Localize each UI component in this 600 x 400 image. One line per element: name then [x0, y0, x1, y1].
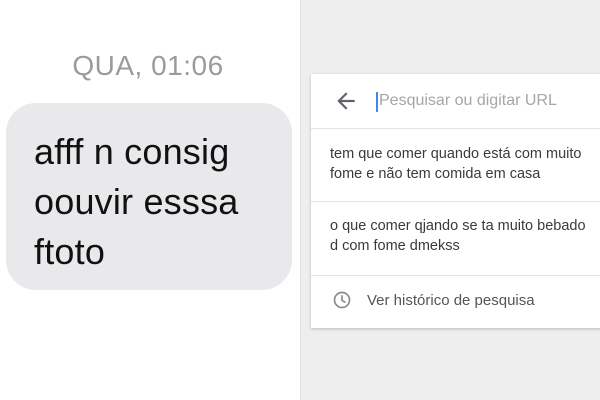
text-cursor [376, 92, 378, 112]
search-history-link[interactable]: Ver histórico de pesquisa [311, 276, 600, 326]
suggestion-text: o que comer qjando se ta muito bebado d … [330, 218, 586, 254]
arrow-back-icon[interactable] [333, 88, 359, 114]
message-text: afff n consig oouvir esssa ftoto [34, 131, 239, 272]
suggestion-item[interactable]: tem que comer quando está com muito fome… [311, 129, 600, 202]
browser-screenshot: tem que comer quando está com muito fome… [301, 0, 600, 400]
suggestion-text: tem que comer quando está com muito fome… [330, 146, 582, 182]
search-bar [311, 74, 600, 129]
chat-screenshot: QUA, 01:06 afff n consig oouvir esssa ft… [0, 0, 300, 400]
search-suggestions-card: tem que comer quando está com muito fome… [311, 74, 600, 328]
suggestion-item[interactable]: o que comer qjando se ta muito bebado d … [311, 202, 600, 276]
search-input[interactable] [379, 86, 599, 116]
message-timestamp: QUA, 01:06 [72, 50, 224, 81]
message-bubble: afff n consig oouvir esssa ftoto [6, 103, 292, 290]
clock-icon [333, 291, 351, 309]
history-label: Ver histórico de pesquisa [367, 292, 535, 309]
